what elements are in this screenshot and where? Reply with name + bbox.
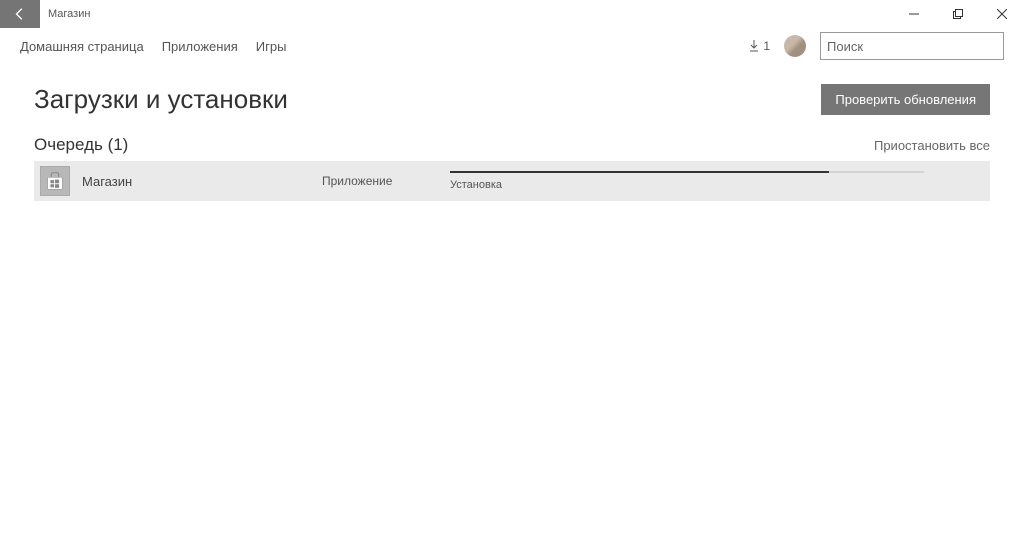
queue-item-type: Приложение — [322, 174, 450, 188]
maximize-button[interactable] — [936, 0, 980, 28]
window-controls — [892, 0, 1024, 28]
nav-bar: Домашняя страница Приложения Игры 1 — [0, 28, 1024, 64]
nav-right: 1 — [748, 32, 1004, 60]
avatar[interactable] — [784, 35, 806, 57]
page-title: Загрузки и установки — [34, 84, 288, 115]
progress-fill — [450, 171, 829, 173]
downloads-indicator[interactable]: 1 — [748, 39, 770, 53]
nav-item-apps[interactable]: Приложения — [162, 39, 238, 54]
subheader-row: Очередь (1) Приостановить все — [34, 135, 990, 155]
arrow-left-icon — [13, 7, 27, 21]
queue-item-name: Магазин — [82, 174, 322, 189]
close-icon — [997, 9, 1007, 19]
search-input[interactable] — [827, 39, 1003, 54]
download-count: 1 — [763, 39, 770, 53]
queue-title: Очередь (1) — [34, 135, 128, 155]
close-button[interactable] — [980, 0, 1024, 28]
app-tile — [40, 166, 70, 196]
progress-label: Установка — [450, 179, 924, 191]
minimize-icon — [909, 9, 919, 19]
minimize-button[interactable] — [892, 0, 936, 28]
pause-all-button[interactable]: Приостановить все — [874, 138, 990, 153]
content: Загрузки и установки Проверить обновлени… — [0, 64, 1024, 201]
nav-item-games[interactable]: Игры — [256, 39, 287, 54]
nav-items: Домашняя страница Приложения Игры — [20, 39, 286, 54]
queue-row[interactable]: Магазин Приложение Установка — [34, 161, 990, 201]
window-title: Магазин — [40, 8, 90, 20]
check-updates-button[interactable]: Проверить обновления — [821, 84, 990, 115]
search-box[interactable] — [820, 32, 1004, 60]
title-bar: Магазин — [0, 0, 1024, 28]
back-button[interactable] — [0, 0, 40, 28]
store-icon — [44, 170, 66, 192]
download-icon — [748, 39, 760, 53]
progress-track — [450, 171, 924, 173]
header-row: Загрузки и установки Проверить обновлени… — [34, 84, 990, 115]
progress-column: Установка — [450, 171, 984, 191]
maximize-icon — [953, 9, 963, 19]
nav-item-home[interactable]: Домашняя страница — [20, 39, 144, 54]
